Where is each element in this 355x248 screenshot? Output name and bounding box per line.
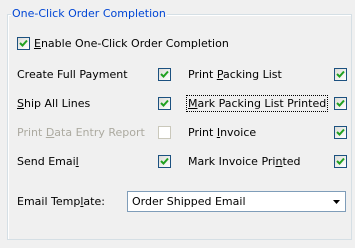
checkmark-icon <box>336 70 345 78</box>
print-data-entry-report-checkbox <box>158 126 171 139</box>
send-email-checkbox[interactable] <box>158 155 171 168</box>
print-packing-list-checkbox[interactable] <box>334 68 347 81</box>
create-full-payment-label[interactable]: Create Full Payment <box>17 68 128 81</box>
group-title: One-Click Order Completion <box>11 7 167 20</box>
email-template-value: Order Shipped Email <box>132 195 246 208</box>
print-invoice-label[interactable]: Print Invoice <box>188 126 256 139</box>
checkmark-icon <box>160 99 169 107</box>
send-email-label[interactable]: Send Email <box>17 155 79 168</box>
mark-packing-list-printed-label[interactable]: Mark Packing List Printed <box>185 95 329 112</box>
options-panel: One-Click Order Completion Enable One-Cl… <box>0 0 355 248</box>
print-invoice-checkbox[interactable] <box>334 126 347 139</box>
checkmark-icon <box>336 99 345 107</box>
enable-one-click-label[interactable]: Enable One-Click Order Completion <box>34 37 229 50</box>
email-template-label: Email Template: <box>17 195 105 208</box>
mark-invoice-printed-label[interactable]: Mark Invoice Printed <box>188 155 301 168</box>
checkmark-icon <box>19 39 28 47</box>
ship-all-lines-checkbox[interactable] <box>158 97 171 110</box>
checkmark-icon <box>336 157 345 165</box>
mark-invoice-printed-checkbox[interactable] <box>334 155 347 168</box>
dropdown-arrow-icon <box>333 200 340 204</box>
mark-packing-list-printed-checkbox[interactable] <box>334 97 347 110</box>
checkmark-icon <box>160 70 169 78</box>
checkmark-icon <box>160 157 169 165</box>
email-template-dropdown-button[interactable] <box>328 193 344 210</box>
checkmark-icon <box>336 128 345 136</box>
print-data-entry-report-label: Print Data Entry Report <box>17 126 145 139</box>
email-template-select[interactable]: Order Shipped Email <box>127 191 346 212</box>
enable-one-click-checkbox[interactable] <box>17 37 30 50</box>
ship-all-lines-label[interactable]: Ship All Lines <box>17 97 90 110</box>
print-packing-list-label[interactable]: Print Packing List <box>188 68 282 81</box>
create-full-payment-checkbox[interactable] <box>158 68 171 81</box>
